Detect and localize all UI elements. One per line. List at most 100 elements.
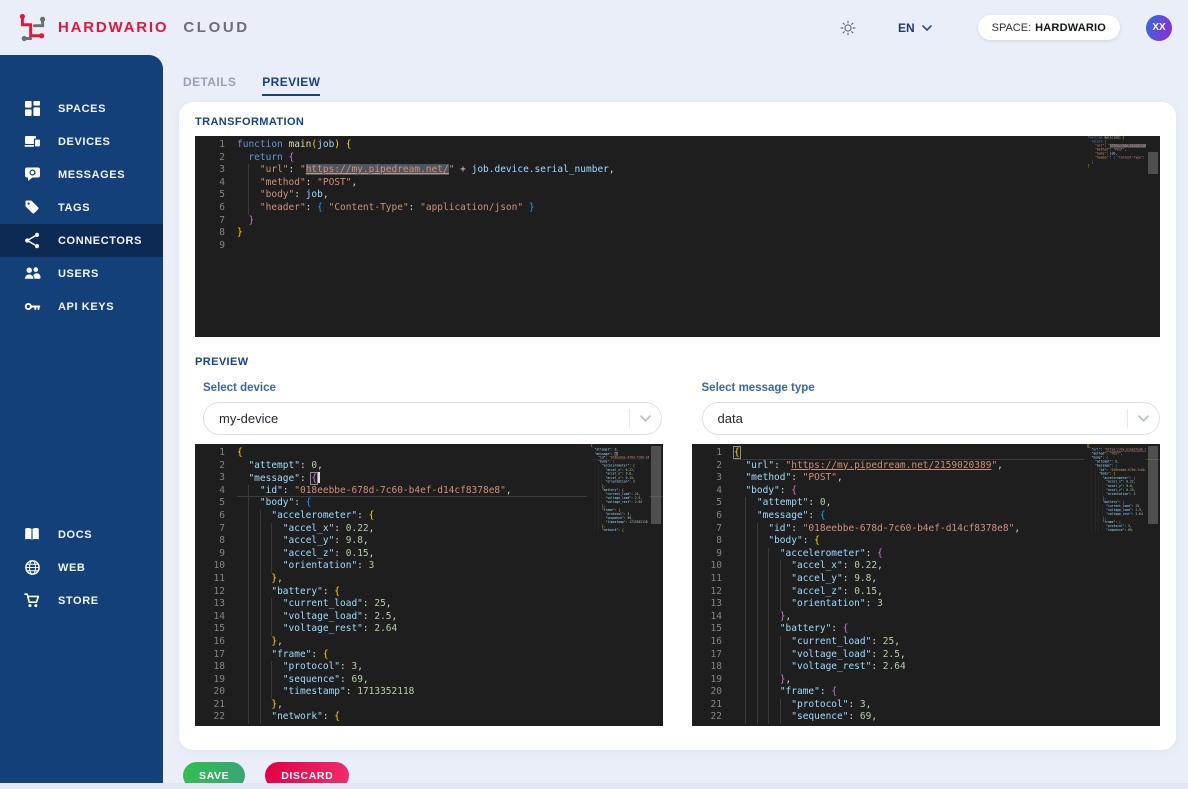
- scrollbar-thumb[interactable]: [651, 446, 661, 524]
- line-number: 22: [195, 711, 225, 724]
- chevron-down-icon: [1138, 415, 1149, 422]
- editor-gutter: 12345678910111213141516171819202122: [195, 447, 225, 724]
- language-value: EN: [898, 21, 915, 35]
- line-number: 16: [692, 636, 722, 649]
- line-number: 8: [195, 227, 225, 240]
- vertical-scrollbar[interactable]: [1146, 444, 1160, 726]
- preview-controls: Select device my-device Select message t…: [195, 382, 1160, 435]
- logo: HARDWARIOCLOUD: [16, 11, 250, 44]
- main-content: DETAILS PREVIEW TRANSFORMATION 123456789…: [163, 55, 1188, 789]
- line-number: 4: [692, 485, 722, 498]
- sidebar: SPACES DEVICES MESSAGES TAGS CONNECTORS …: [0, 55, 163, 783]
- sidebar-item-label: MESSAGES: [58, 169, 125, 181]
- line-number: 18: [195, 661, 225, 674]
- line-number: 14: [195, 611, 225, 624]
- line-number: 9: [195, 240, 225, 253]
- line-number: 7: [692, 523, 722, 536]
- sidebar-item-users[interactable]: USERS: [0, 257, 163, 290]
- language-selector[interactable]: EN: [898, 21, 932, 35]
- users-icon: [24, 265, 41, 282]
- line-number: 15: [195, 623, 225, 636]
- transformed-output-editor[interactable]: 12345678910111213141516171819202122{ "ur…: [692, 444, 1160, 726]
- key-icon: [24, 298, 41, 315]
- sidebar-item-spaces[interactable]: SPACES: [0, 92, 163, 125]
- space-label: SPACE:: [992, 22, 1032, 34]
- message-type-select[interactable]: data: [702, 402, 1161, 435]
- line-number: 17: [195, 649, 225, 662]
- sidebar-item-store[interactable]: STORE: [0, 584, 163, 617]
- device-select-value: my-device: [219, 411, 629, 426]
- sidebar-item-web[interactable]: WEB: [0, 551, 163, 584]
- code-line: [1088, 168, 1146, 172]
- sidebar-item-label: SPACES: [58, 103, 106, 115]
- select-divider: [629, 409, 630, 428]
- preview-panels: 12345678910111213141516171819202122{ "at…: [195, 444, 1160, 726]
- line-number: 10: [692, 560, 722, 573]
- sidebar-item-connectors[interactable]: CONNECTORS: [0, 224, 163, 257]
- sidebar-footer: DOCS WEB STORE: [0, 518, 163, 617]
- minimap[interactable]: function main(job) { return { "url": "ht…: [1084, 136, 1146, 337]
- sun-icon: [840, 20, 856, 36]
- transformation-code-editor[interactable]: 123456789 function main(job) { return { "…: [195, 136, 1160, 337]
- sidebar-item-messages[interactable]: MESSAGES: [0, 158, 163, 191]
- sidebar-item-devices[interactable]: DEVICES: [0, 125, 163, 158]
- line-number: 6: [195, 202, 225, 215]
- code-line: [237, 240, 1160, 253]
- connector-preview-card: TRANSFORMATION 123456789function main(jo…: [179, 102, 1176, 750]
- docs-book-icon: [24, 526, 41, 543]
- brand-name: HARDWARIO: [58, 19, 168, 36]
- message-type-select-label: Select message type: [702, 382, 1161, 395]
- line-number: 6: [692, 510, 722, 523]
- sidebar-item-api-keys[interactable]: API KEYS: [0, 290, 163, 323]
- code-line: "method": "POST",: [237, 177, 1160, 190]
- minimap[interactable]: { "url": "https://my.pipedream.net/21590…: [1084, 444, 1146, 726]
- connectors-share-icon: [24, 232, 41, 249]
- device-select-label: Select device: [203, 382, 662, 395]
- code-line: }: [237, 227, 1160, 240]
- chevron-down-icon: [640, 415, 651, 422]
- chevron-down-icon: [922, 25, 932, 31]
- editor-gutter: 12345678910111213141516171819202122: [692, 447, 722, 724]
- sidebar-item-tags[interactable]: TAGS: [0, 191, 163, 224]
- line-number: 18: [692, 661, 722, 674]
- code-line: return {: [237, 152, 1160, 165]
- messages-icon: [24, 166, 41, 183]
- scrollbar-thumb[interactable]: [1148, 446, 1158, 524]
- vertical-scrollbar[interactable]: [649, 444, 663, 726]
- minimap[interactable]: { "attempt": 0, "message": { "id": "018e…: [587, 444, 649, 726]
- tab-details[interactable]: DETAILS: [183, 75, 236, 96]
- line-number: 2: [195, 152, 225, 165]
- select-divider: [1127, 409, 1128, 428]
- tab-preview[interactable]: PREVIEW: [262, 75, 320, 96]
- transformation-section-label: TRANSFORMATION: [195, 116, 1160, 129]
- line-number: 17: [692, 649, 722, 662]
- line-number: 14: [692, 611, 722, 624]
- line-number: 19: [195, 674, 225, 687]
- line-number: 16: [195, 636, 225, 649]
- line-number: 1: [195, 139, 225, 152]
- device-select[interactable]: my-device: [203, 402, 662, 435]
- line-number: 12: [195, 586, 225, 599]
- horizontal-scrollbar-track[interactable]: [0, 783, 1188, 789]
- line-number: 7: [195, 215, 225, 228]
- code-line: "url": "https://my.pipedream.net/" + job…: [237, 164, 1160, 177]
- editor-gutter: 123456789: [195, 139, 225, 252]
- code-line: "body": job,: [237, 189, 1160, 202]
- sidebar-item-label: API KEYS: [58, 301, 114, 313]
- hardwario-logo-icon: [16, 11, 49, 44]
- line-number: 5: [195, 497, 225, 510]
- space-selector[interactable]: SPACE: HARDWARIO: [978, 15, 1120, 40]
- line-number: 13: [195, 598, 225, 611]
- spaces-grid-icon: [24, 100, 41, 117]
- avatar[interactable]: XX: [1146, 15, 1172, 41]
- line-number: 10: [195, 560, 225, 573]
- code-line: "header": { "Content-Type": "application…: [237, 202, 1160, 215]
- line-number: 5: [195, 189, 225, 202]
- vertical-scrollbar[interactable]: [1146, 136, 1160, 337]
- theme-toggle-button[interactable]: [840, 20, 856, 36]
- input-message-editor[interactable]: 12345678910111213141516171819202122{ "at…: [195, 444, 663, 726]
- line-number: 21: [195, 699, 225, 712]
- scrollbar-thumb[interactable]: [1148, 152, 1158, 174]
- sidebar-item-docs[interactable]: DOCS: [0, 518, 163, 551]
- line-number: 3: [195, 472, 225, 485]
